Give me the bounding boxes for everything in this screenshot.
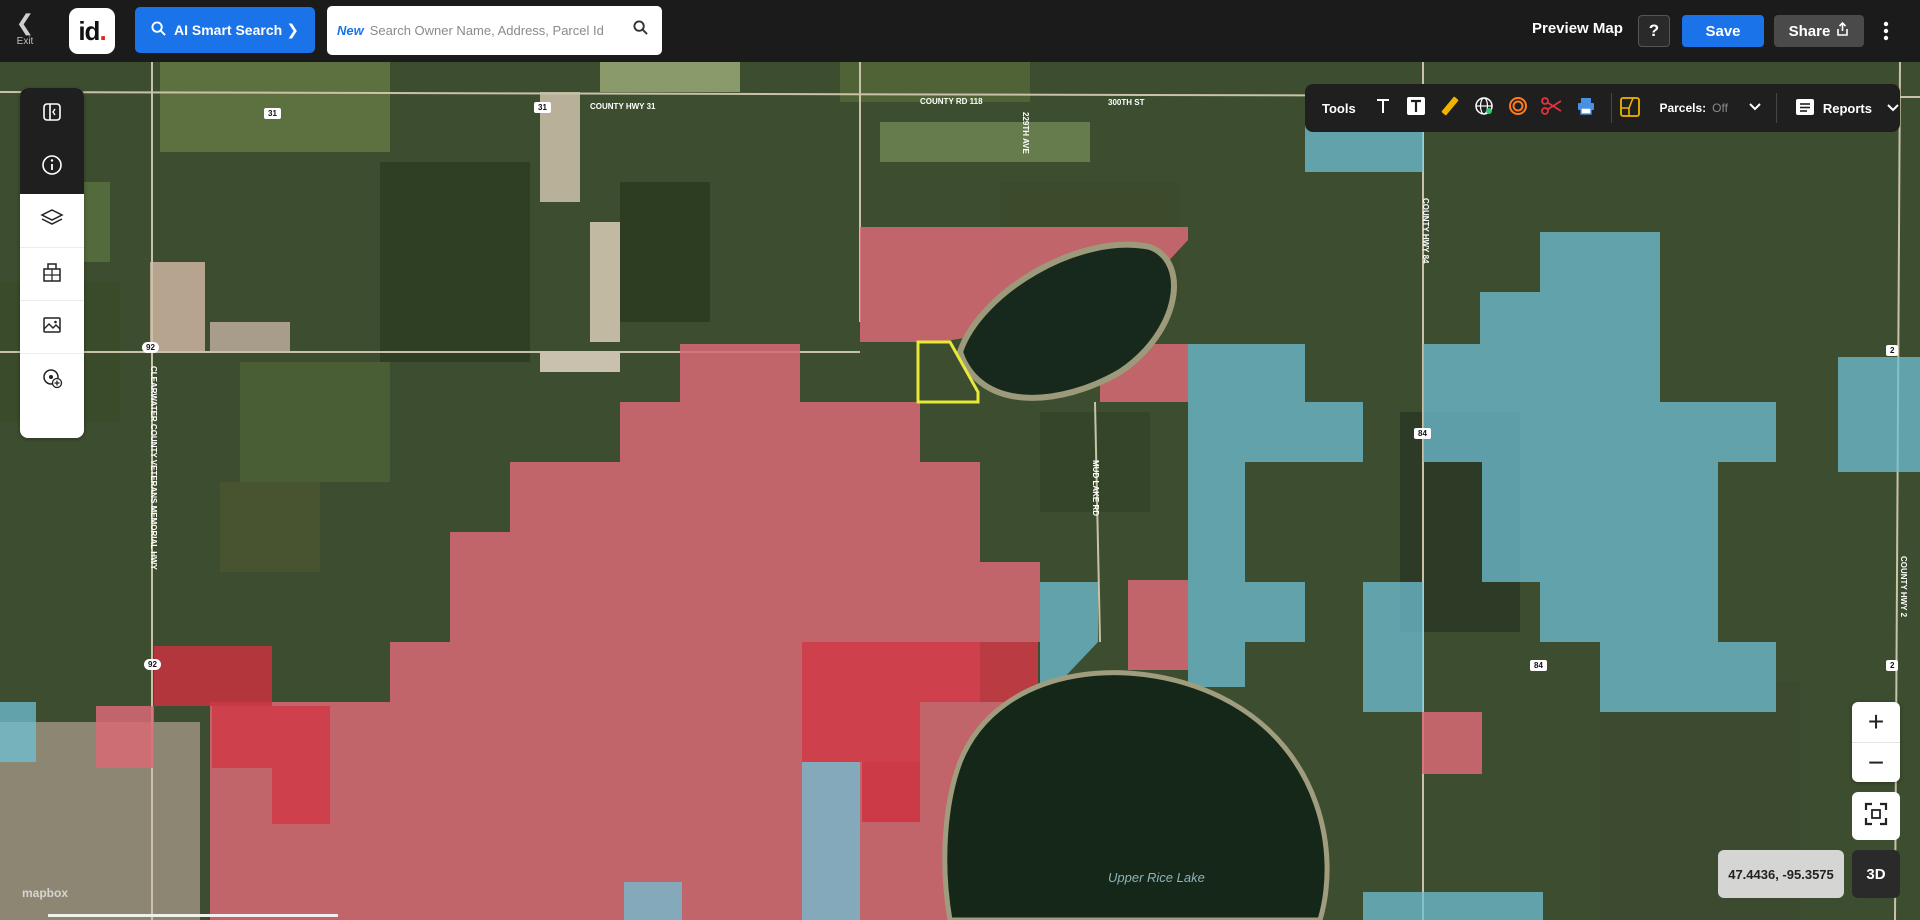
- route-shield: 2: [1886, 660, 1899, 671]
- road-label: COUNTY RD 118: [920, 97, 983, 106]
- text-box-tool-button[interactable]: [1400, 90, 1434, 126]
- left-toolbar: [20, 88, 84, 438]
- road-label: CLEARWATER COUNTY VETERANS MEMORIAL HWY: [149, 366, 158, 570]
- preview-map-button[interactable]: Preview Map: [1532, 20, 1623, 37]
- reports-icon: [1795, 97, 1815, 120]
- add-location-button[interactable]: [20, 353, 84, 406]
- text-box-icon: [1406, 96, 1426, 121]
- fit-bounds-button[interactable]: [1852, 792, 1900, 840]
- text-tool-button[interactable]: [1366, 90, 1400, 126]
- road-label: 229TH AVE: [1021, 112, 1030, 154]
- sidebar-toggle-icon: [42, 102, 62, 127]
- chevron-right-icon: ❯: [286, 22, 299, 39]
- text-icon: [1374, 97, 1392, 120]
- layers-button[interactable]: [20, 194, 84, 247]
- search-box: New: [327, 6, 662, 55]
- ai-smart-search-button[interactable]: AI Smart Search ❯: [135, 7, 315, 53]
- image-icon: [41, 314, 63, 341]
- reports-label: Reports: [1822, 100, 1872, 116]
- 3d-toggle-button[interactable]: 3D: [1852, 850, 1900, 898]
- road-label: COUNTY HWY 31: [590, 102, 656, 111]
- left-toolbar-top-group: [20, 88, 84, 194]
- share-icon: [1836, 21, 1849, 40]
- route-shield: 92: [144, 659, 161, 670]
- road-label: MUD LAKE RD: [1091, 460, 1100, 516]
- info-button[interactable]: [20, 141, 84, 194]
- parcels-state: Off: [1712, 101, 1728, 115]
- globe-measure-icon: [1474, 96, 1494, 121]
- radius-icon: [1508, 96, 1528, 121]
- exit-button[interactable]: ❮ Exit: [10, 12, 40, 52]
- ruler-icon: [1440, 96, 1460, 121]
- layers-icon: [40, 207, 64, 234]
- search-input[interactable]: [369, 23, 620, 38]
- logo-dot: .: [99, 15, 106, 46]
- chevron-down-icon: [1748, 101, 1762, 115]
- route-shield: 31: [534, 102, 551, 113]
- info-icon: [41, 154, 63, 181]
- zoom-in-button[interactable]: +: [1852, 702, 1900, 742]
- scissors-icon: [1540, 96, 1563, 121]
- map-canvas[interactable]: COUNTY HWY 31 COUNTY RD 118 229TH AVE 30…: [0, 62, 1920, 920]
- save-button[interactable]: Save: [1682, 15, 1764, 47]
- buildings-button[interactable]: [20, 247, 84, 300]
- tools-label: Tools: [1322, 100, 1356, 116]
- search-icon[interactable]: [633, 20, 648, 39]
- zoom-out-button[interactable]: −: [1852, 742, 1900, 782]
- search-icon: [151, 20, 166, 40]
- print-tool-button[interactable]: [1569, 90, 1603, 126]
- tools-divider: [1610, 93, 1612, 123]
- ruler-tool-button[interactable]: [1433, 90, 1467, 126]
- road-label: 300TH ST: [1108, 98, 1145, 107]
- route-shield: 31: [264, 108, 281, 119]
- reports-button[interactable]: Reports: [1795, 97, 1900, 120]
- more-options-icon[interactable]: [1876, 15, 1896, 47]
- parcels-icon: [1619, 96, 1641, 121]
- satellite-imagery: [0, 62, 1920, 920]
- route-shield: 84: [1530, 660, 1547, 671]
- split-tool-button[interactable]: [1535, 90, 1569, 126]
- exit-label: Exit: [16, 36, 34, 47]
- route-shield: 92: [142, 342, 159, 353]
- chevron-left-icon: ❮: [15, 10, 35, 35]
- parcels-label: Parcels:: [1659, 101, 1707, 115]
- buildings-icon: [41, 261, 63, 288]
- route-shield: 2: [1886, 345, 1899, 356]
- imagery-button[interactable]: [20, 300, 84, 353]
- print-icon: [1576, 96, 1596, 121]
- share-label: Share: [1788, 22, 1831, 40]
- scale-bar: [48, 914, 338, 917]
- logo-text: id: [78, 15, 100, 46]
- road-label: COUNTY HWY 2: [1899, 556, 1908, 618]
- globe-measure-tool-button[interactable]: [1467, 90, 1501, 126]
- ai-smart-search-label: AI Smart Search: [174, 22, 283, 38]
- road-label: COUNTY HWY 84: [1421, 198, 1430, 264]
- coordinates-readout: 47.4436, -95.3575: [1718, 850, 1844, 898]
- add-location-icon: [41, 367, 63, 394]
- new-badge: New: [337, 23, 364, 38]
- top-bar: ❮ Exit id. AI Smart Search ❯ New Preview…: [0, 0, 1920, 62]
- radius-tool-button[interactable]: [1501, 90, 1535, 126]
- sidebar-toggle-button[interactable]: [20, 88, 84, 141]
- app-logo[interactable]: id.: [69, 8, 115, 54]
- fullscreen-icon: [1864, 802, 1888, 831]
- lake-label: Upper Rice Lake: [1108, 870, 1205, 885]
- tools-panel: Tools Parcels: Off Reports: [1305, 84, 1900, 132]
- tools-divider: [1775, 93, 1777, 123]
- parcels-toggle[interactable]: Parcels: Off: [1619, 96, 1762, 121]
- help-button[interactable]: ?: [1638, 15, 1670, 47]
- route-shield: 84: [1414, 428, 1431, 439]
- zoom-control: + −: [1852, 702, 1900, 782]
- chevron-down-icon: [1886, 101, 1900, 116]
- mapbox-attribution[interactable]: mapbox: [22, 886, 68, 900]
- share-button[interactable]: Share: [1774, 15, 1864, 47]
